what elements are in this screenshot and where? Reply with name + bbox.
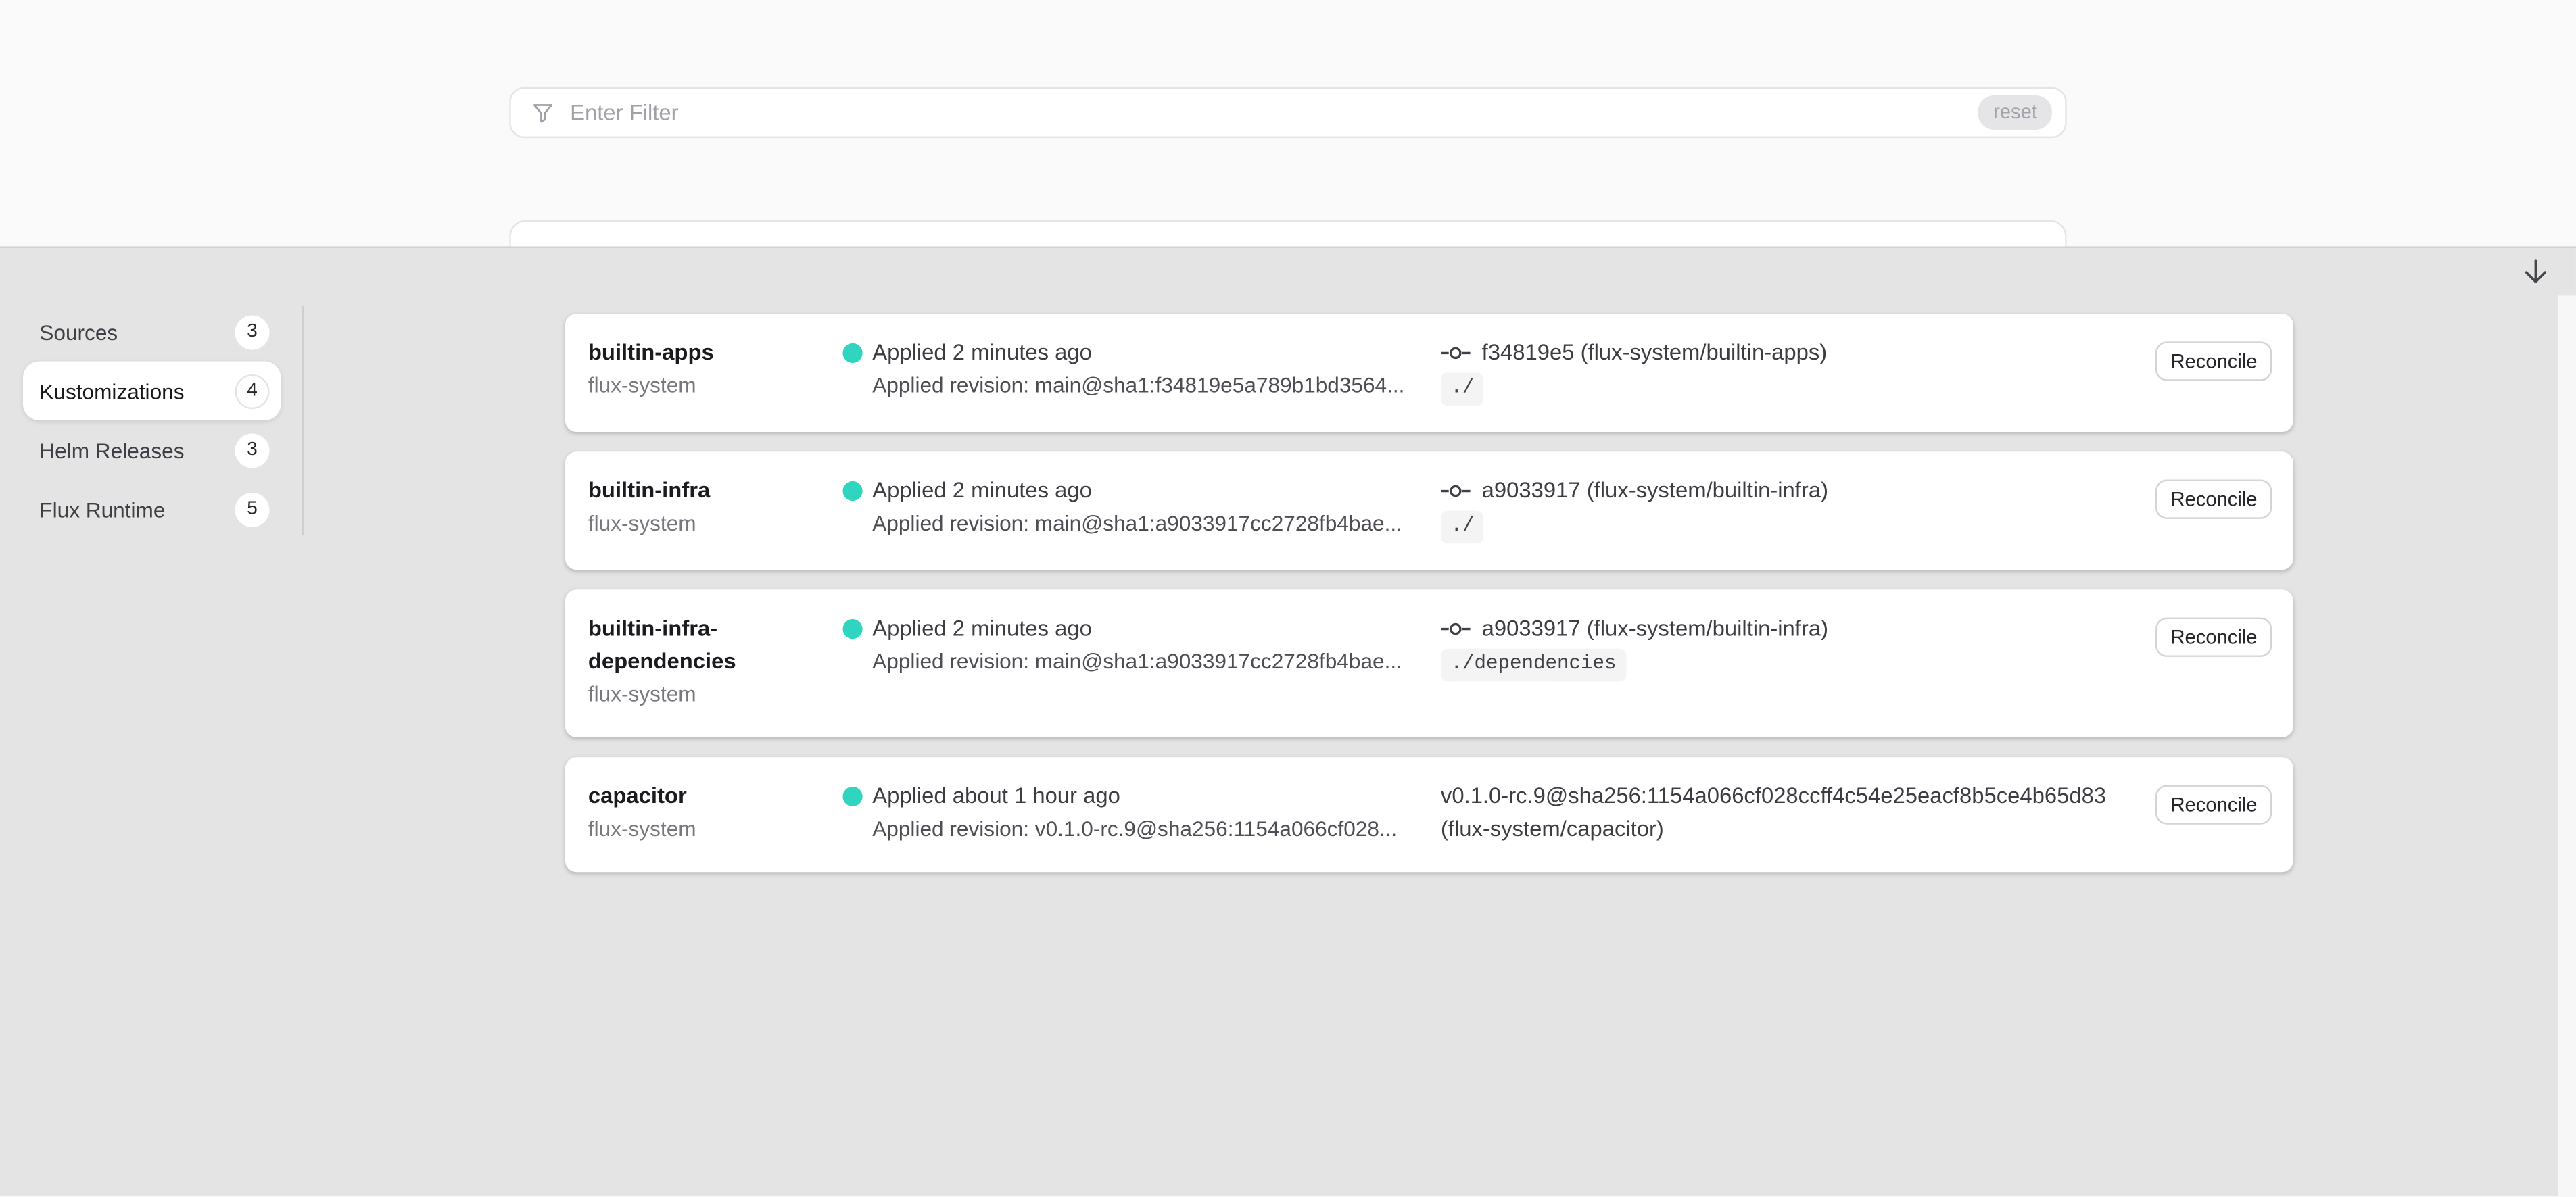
reconcile-button[interactable]: Reconcile bbox=[2156, 785, 2272, 824]
status-text: Applied 2 minutes ago bbox=[872, 474, 1441, 508]
ref-target-text: (flux-system/capacitor) bbox=[1441, 813, 2139, 846]
path-chip: ./ bbox=[1441, 373, 1484, 406]
item-count-badge: 3 bbox=[235, 433, 269, 467]
resource-name: builtin-infra-dependencies bbox=[588, 612, 843, 678]
ref-text: a9033917 (flux-system/builtin-infra) bbox=[1482, 612, 1828, 645]
sidebar-item-helm-releases[interactable]: Helm Releases 3 bbox=[23, 420, 281, 479]
status-column: Applied about 1 hour ago Applied revisio… bbox=[842, 780, 1440, 846]
resource-identity: builtin-apps flux-system bbox=[588, 337, 843, 402]
filter-input[interactable] bbox=[570, 100, 1978, 124]
git-commit-icon bbox=[1441, 483, 1471, 499]
revision-text: Applied revision: main@sha1:a9033917cc27… bbox=[872, 645, 1441, 679]
path-chip: ./ bbox=[1441, 511, 1484, 544]
app: reset Sources 3 Kustomizations 4 Helm Re bbox=[0, 0, 2576, 1196]
filter-bar: reset bbox=[509, 87, 2066, 138]
ref-text: v0.1.0-rc.9@sha256:1154a066cf028ccff4c54… bbox=[1441, 780, 2106, 813]
kustomization-card[interactable]: builtin-infra-dependencies flux-system A… bbox=[565, 589, 2293, 737]
resource-name: capacitor bbox=[588, 780, 843, 813]
ref-text: a9033917 (flux-system/builtin-infra) bbox=[1482, 474, 1828, 508]
collapse-panel-button[interactable] bbox=[2515, 251, 2554, 291]
sidebar-item-kustomizations[interactable]: Kustomizations 4 bbox=[23, 362, 281, 420]
status-text: Applied 2 minutes ago bbox=[872, 612, 1441, 645]
kustomization-list: builtin-apps flux-system Applied 2 minut… bbox=[565, 314, 2293, 872]
resource-name: builtin-infra bbox=[588, 474, 843, 508]
resource-identity: capacitor flux-system bbox=[588, 780, 843, 846]
sidebar-item-label: Flux Runtime bbox=[39, 497, 165, 521]
reconcile-button[interactable]: Reconcile bbox=[2156, 618, 2272, 657]
status-text: Applied about 1 hour ago bbox=[872, 780, 1441, 813]
resource-namespace: flux-system bbox=[588, 679, 843, 712]
funnel-icon bbox=[531, 100, 555, 124]
resource-namespace: flux-system bbox=[588, 370, 843, 403]
kustomization-card[interactable]: builtin-apps flux-system Applied 2 minut… bbox=[565, 314, 2293, 432]
revision-text: Applied revision: v0.1.0-rc.9@sha256:115… bbox=[872, 813, 1441, 846]
reconcile-button[interactable]: Reconcile bbox=[2156, 341, 2272, 381]
item-count-badge: 5 bbox=[235, 492, 269, 527]
reconcile-button[interactable]: Reconcile bbox=[2156, 480, 2272, 519]
resource-name: builtin-apps bbox=[588, 337, 843, 370]
sidebar-item-label: Kustomizations bbox=[39, 378, 184, 403]
reset-button[interactable]: reset bbox=[1978, 95, 2052, 130]
ref-column: f34819e5 (flux-system/builtin-apps) ./ bbox=[1441, 337, 2139, 406]
sidebar-divider bbox=[302, 306, 304, 535]
ref-column: a9033917 (flux-system/builtin-infra) ./d… bbox=[1441, 612, 2139, 681]
revision-text: Applied revision: main@sha1:a9033917cc27… bbox=[872, 508, 1441, 541]
resource-tabs-sidebar: Sources 3 Kustomizations 4 Helm Releases… bbox=[23, 302, 281, 539]
ref-column: a9033917 (flux-system/builtin-infra) ./ bbox=[1441, 474, 2139, 543]
status-text: Applied 2 minutes ago bbox=[872, 337, 1441, 370]
path-chip: ./dependencies bbox=[1441, 649, 1626, 682]
item-count-badge: 3 bbox=[235, 314, 269, 349]
git-commit-icon bbox=[1441, 345, 1471, 361]
sidebar-item-flux-runtime[interactable]: Flux Runtime 5 bbox=[23, 480, 281, 539]
sidebar-item-label: Sources bbox=[39, 320, 118, 344]
resource-namespace: flux-system bbox=[588, 508, 843, 541]
status-dot bbox=[842, 787, 862, 806]
status-column: Applied 2 minutes ago Applied revision: … bbox=[842, 612, 1440, 678]
scrollbar-track[interactable] bbox=[2558, 295, 2576, 1197]
status-dot bbox=[842, 619, 862, 639]
git-commit-icon bbox=[1441, 620, 1471, 637]
status-column: Applied 2 minutes ago Applied revision: … bbox=[842, 337, 1440, 402]
status-dot bbox=[842, 481, 862, 501]
sidebar-item-sources[interactable]: Sources 3 bbox=[23, 302, 281, 361]
ref-text: f34819e5 (flux-system/builtin-apps) bbox=[1482, 337, 1828, 370]
resource-identity: builtin-infra-dependencies flux-system bbox=[588, 612, 843, 711]
sidebar-item-label: Helm Releases bbox=[39, 438, 184, 462]
ref-column: v0.1.0-rc.9@sha256:1154a066cf028ccff4c54… bbox=[1441, 780, 2139, 846]
resource-identity: builtin-infra flux-system bbox=[588, 474, 843, 540]
bottom-panel: Sources 3 Kustomizations 4 Helm Releases… bbox=[0, 246, 2576, 1195]
revision-text: Applied revision: main@sha1:f34819e5a789… bbox=[872, 370, 1441, 403]
kustomization-card[interactable]: capacitor flux-system Applied about 1 ho… bbox=[565, 757, 2293, 872]
resource-namespace: flux-system bbox=[588, 813, 843, 846]
arrow-down-icon bbox=[2518, 253, 2552, 288]
status-dot bbox=[842, 343, 862, 363]
status-column: Applied 2 minutes ago Applied revision: … bbox=[842, 474, 1440, 540]
kustomization-card[interactable]: builtin-infra flux-system Applied 2 minu… bbox=[565, 451, 2293, 570]
item-count-badge: 4 bbox=[235, 374, 269, 408]
